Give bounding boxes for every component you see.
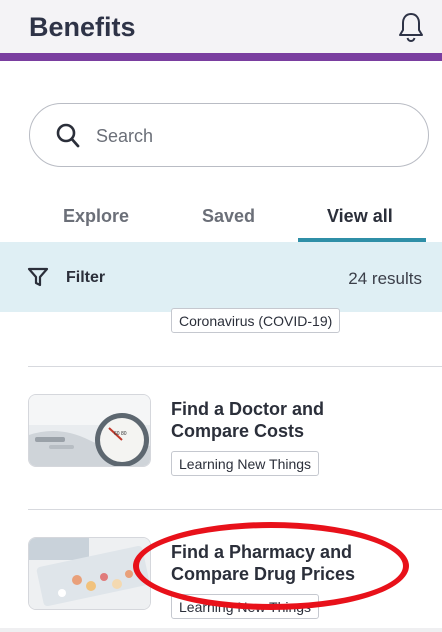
highlight-annotation xyxy=(133,522,409,610)
filter-button[interactable]: Filter xyxy=(66,269,105,287)
svg-text:60 80: 60 80 xyxy=(114,431,127,437)
pill-organizer-image xyxy=(29,538,150,609)
category-tag: Learning New Things xyxy=(171,451,320,476)
pharmacy-thumbnail[interactable] xyxy=(28,537,151,610)
item-title-line[interactable]: Find a Doctor and xyxy=(171,398,421,420)
bell-icon[interactable] xyxy=(396,11,426,43)
filter-bar: Filter 24 results xyxy=(0,242,442,312)
category-tag: Coronavirus (COVID-19) xyxy=(171,308,341,333)
blood-pressure-gauge-image: 60 80 xyxy=(29,395,150,466)
tab-view-all[interactable]: View all xyxy=(327,206,393,227)
item-title-line[interactable]: Compare Costs xyxy=(171,420,421,442)
brand-bar xyxy=(0,53,442,61)
list-divider xyxy=(28,509,442,510)
tab-saved[interactable]: Saved xyxy=(202,206,255,227)
app-header: Benefits xyxy=(0,0,442,58)
tab-bar: Explore Saved View all xyxy=(0,196,442,242)
results-count: 24 results xyxy=(348,269,422,288)
search-box[interactable] xyxy=(29,103,429,167)
search-input[interactable] xyxy=(96,120,396,152)
list-divider xyxy=(28,366,442,367)
search-icon xyxy=(56,123,80,148)
doctor-thumbnail[interactable]: 60 80 xyxy=(28,394,151,467)
filter-icon[interactable] xyxy=(27,266,49,288)
bottom-edge xyxy=(0,628,442,632)
page-title: Benefits xyxy=(29,12,136,42)
tab-explore[interactable]: Explore xyxy=(63,206,129,227)
